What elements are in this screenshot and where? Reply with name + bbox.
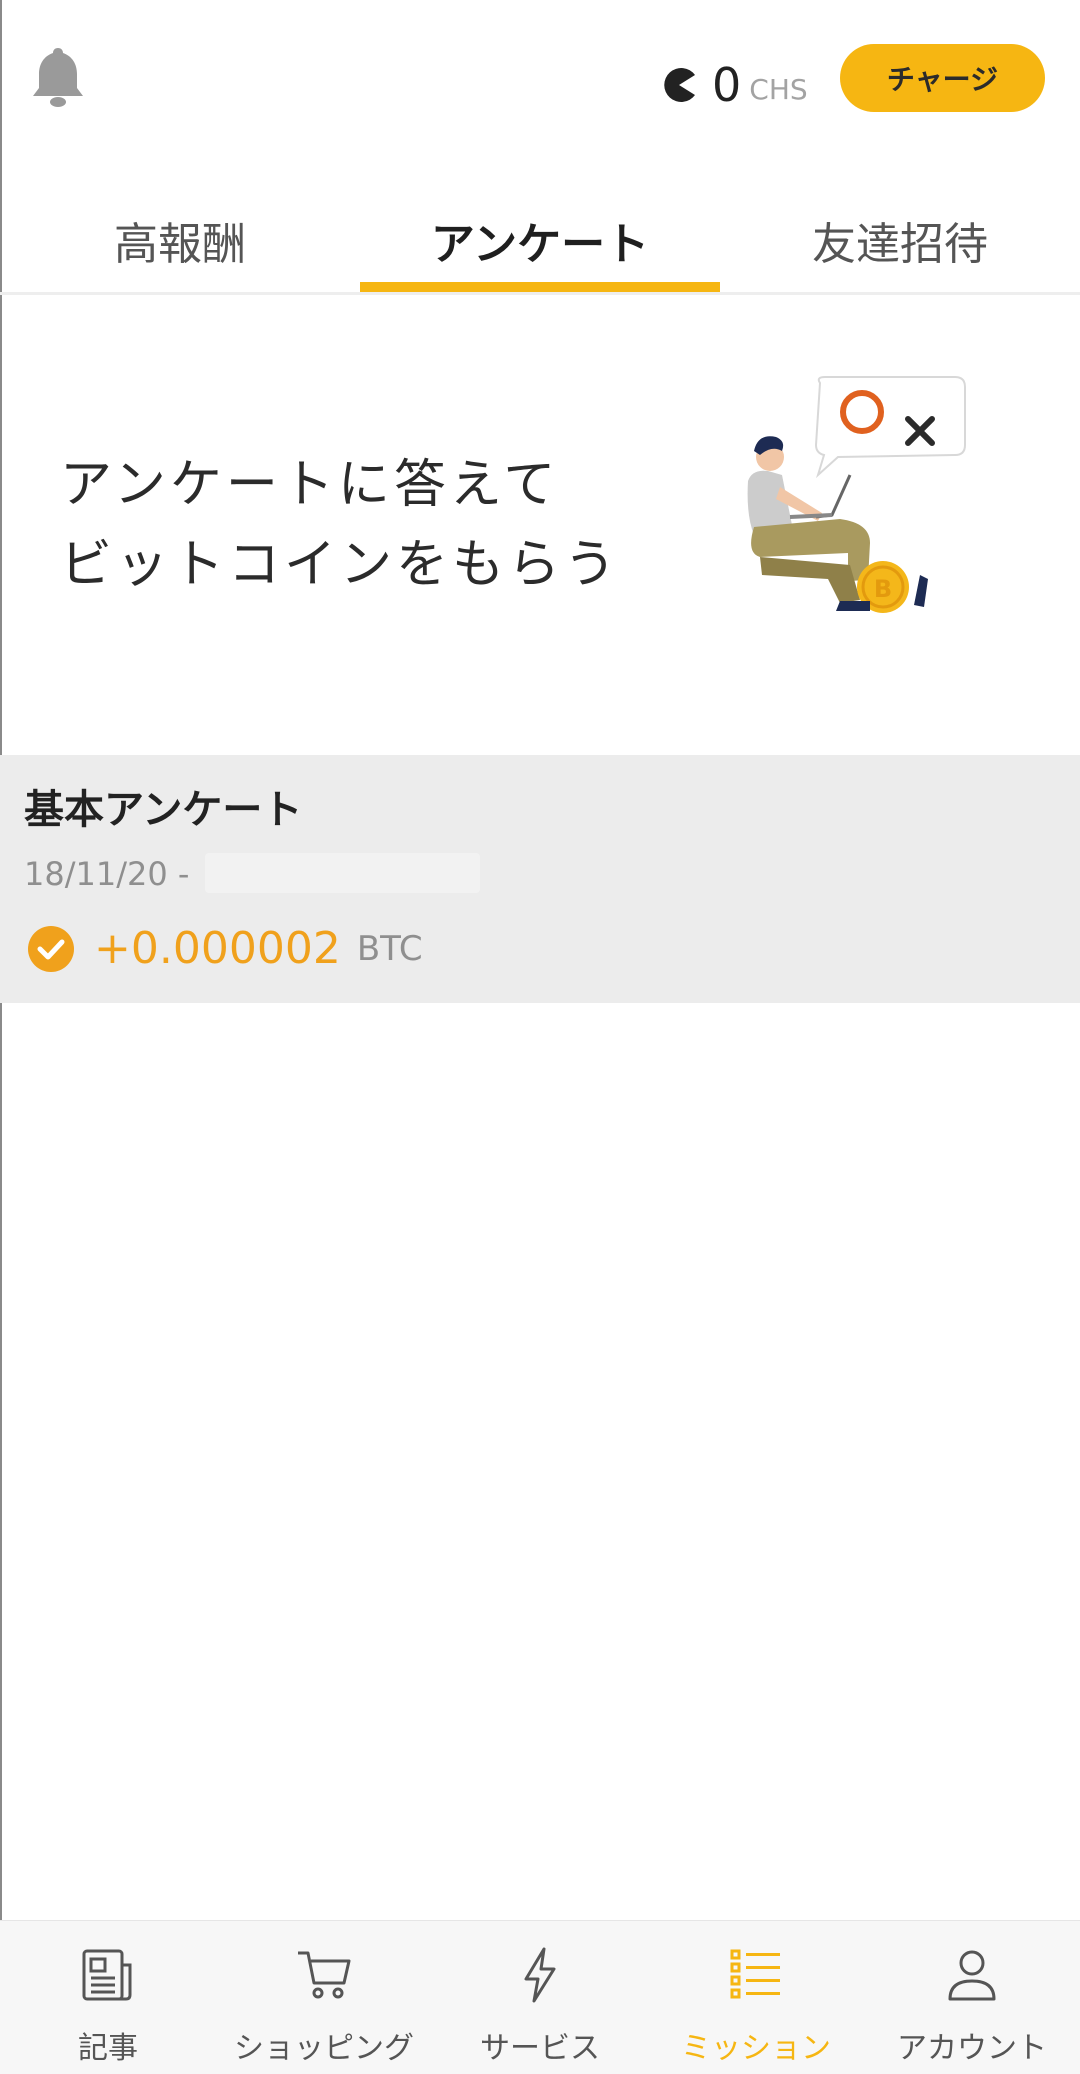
tab-bar: 高報酬 アンケート 友達招待 (0, 190, 1080, 295)
tab-high-reward[interactable]: 高報酬 (0, 190, 360, 292)
svg-text:B: B (874, 575, 892, 603)
tab-survey[interactable]: アンケート (360, 190, 720, 292)
user-icon (948, 1950, 996, 2001)
nav-item-missions[interactable]: ミッション (648, 1921, 864, 2074)
nav-label-shopping: ショッピング (234, 2031, 414, 2066)
cart-icon (298, 1951, 351, 1999)
coin-icon (664, 68, 695, 102)
banner-line-2: ビットコインをもらう (60, 535, 621, 595)
list-icon (730, 1949, 780, 1999)
check-circle-icon (28, 925, 74, 972)
header: 0 CHS チャージ (0, 0, 1080, 160)
nav-item-shopping[interactable]: ショッピング (216, 1921, 432, 2074)
nav-label-services: サービス (480, 2031, 600, 2066)
reward-value: +0.000002 (94, 923, 341, 974)
newspaper-icon (82, 1949, 132, 2001)
reward-unit: BTC (356, 928, 423, 969)
balance-unit: CHS (749, 73, 808, 106)
survey-title: 基本アンケート (24, 787, 303, 833)
nav-label-missions: ミッション (681, 2031, 831, 2066)
lightning-icon (524, 1947, 556, 2003)
survey-date: 18/11/20 - (24, 855, 190, 893)
nav-label-account: アカウント (897, 2031, 1047, 2066)
bell-icon[interactable] (30, 44, 86, 110)
survey-banner: アンケートに答えて ビットコインをもらう B (0, 295, 1080, 755)
charge-button[interactable]: チャージ (840, 44, 1045, 112)
nav-item-articles[interactable]: 記事 (0, 1921, 216, 2074)
survey-reward: +0.000002 BTC (28, 923, 423, 974)
balance-value: 0 (712, 58, 742, 112)
active-tab-indicator (360, 282, 720, 292)
nav-label-articles: 記事 (78, 2031, 138, 2066)
nav-item-services[interactable]: サービス (432, 1921, 648, 2074)
banner-line-1: アンケートに答えて (60, 455, 560, 515)
bottom-nav: 記事 ショッピング サービス ミッション アカウント (0, 1920, 1080, 2074)
date-redaction (205, 853, 480, 893)
person-laptop-illustration: B (747, 376, 966, 613)
survey-card[interactable]: 基本アンケート 18/11/20 - +0.000002 BTC (0, 755, 1080, 1003)
coin-balance: 0 CHS (660, 52, 808, 118)
nav-item-account[interactable]: アカウント (864, 1921, 1080, 2074)
banner-text: アンケートに答えて ビットコインをもらう (60, 445, 620, 605)
tab-invite-friends[interactable]: 友達招待 (720, 190, 1080, 292)
